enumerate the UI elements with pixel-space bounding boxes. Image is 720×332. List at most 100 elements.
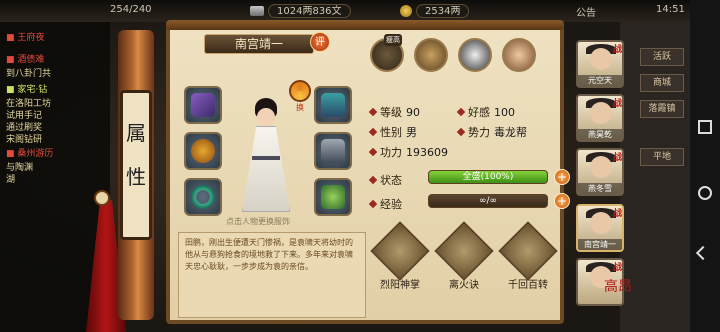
character-card[interactable]: 战 元空天 (576, 40, 624, 88)
battle-mark: 战 (612, 209, 622, 219)
equip-slot-armor[interactable] (314, 132, 352, 170)
character-robe (242, 126, 290, 212)
money-value: 1024两836文 (268, 4, 351, 18)
state-plus-button[interactable]: + (554, 169, 570, 185)
scroll-roll: 属 性 (98, 30, 174, 320)
log-line: 宋阁钻研 (6, 135, 43, 145)
equip-slot-ring[interactable] (184, 178, 222, 216)
stat-faction: 势力 毒龙帮 (456, 124, 527, 140)
log-line[interactable]: ■ 王府夜 (6, 30, 44, 43)
stat-favor-label: 好感 (468, 106, 490, 119)
card-name: 燕冬雪 (578, 183, 622, 194)
system-nav-bar (690, 0, 720, 332)
kungfu-icon (370, 221, 430, 281)
character-belt (252, 156, 280, 160)
stat-level-label: 等级 (380, 106, 402, 119)
trait-icons: 瘦高 (370, 34, 536, 72)
stat-favor: 好感 100 (456, 104, 515, 120)
battle-mark: 战 (612, 263, 622, 273)
notice-label: 公告 (576, 8, 596, 19)
stat-state-label: 状态 (380, 174, 402, 187)
notice-button[interactable]: 公告 (576, 4, 596, 19)
kungfu-icon (498, 221, 558, 281)
back-icon[interactable] (695, 245, 711, 261)
kungfu-slot-1[interactable]: 烈阳神掌 (370, 221, 430, 291)
recents-icon[interactable] (698, 120, 712, 134)
card-head (590, 156, 612, 178)
stat-power-label: 功力 (380, 146, 402, 159)
log-line[interactable]: ■ 酒债难 (6, 52, 44, 65)
clock-time: 14:51 (656, 4, 685, 15)
exp-bar: ∞/∞ (428, 194, 548, 208)
stat-power-value: 193609 (406, 146, 448, 159)
stat-gender: 性别男 (368, 124, 417, 140)
character-name: 南宫靖一 (204, 34, 314, 54)
card-name: 南宫靖一 (578, 239, 622, 250)
battle-mark: 战 (612, 45, 622, 55)
money-resource[interactable]: 1024两836文 (250, 4, 351, 18)
game-screen: 254/240 1024两836文 2534两 公告 14:51 ■ 王府夜 ■… (0, 0, 720, 332)
rate-button[interactable]: 评 (310, 32, 330, 52)
exp-bar-text: ∞/∞ (478, 196, 498, 206)
kungfu-slot-3[interactable]: 千回百转 (498, 221, 558, 291)
change-outfit-tip: 点击人物更换服饰 (226, 217, 290, 226)
card-name: 燕昊乾 (578, 129, 622, 140)
location-button[interactable]: 落霞镇 (640, 100, 684, 118)
trait-icon-taiji[interactable] (458, 38, 492, 72)
terrain-button[interactable]: 平地 (640, 148, 684, 166)
kungfu-icon (434, 221, 494, 281)
kungfu-slot-2[interactable]: 离火诀 (434, 221, 494, 291)
character-bio: 田鹏，刚出生便遭天门惨祸，是袁啸天将幼时的他从与悬狗抢食的境地救了下来。多年来对… (178, 232, 366, 318)
kungfu-name: 离火诀 (449, 280, 479, 291)
log-line[interactable]: ■ 桑州游历 (6, 146, 53, 159)
log-line[interactable]: ■ 家宅·钻 (6, 82, 47, 95)
character-panel: 南宫靖一 评 换 点击人物更换服饰 瘦高 等级 90 好感 100 性别男 势力… (166, 20, 570, 324)
trait-badge: 瘦高 (384, 34, 402, 46)
equip-slot-hat[interactable] (314, 86, 352, 124)
card-head (590, 48, 612, 70)
log-line: 湖 (6, 175, 16, 185)
weapon-icon (191, 93, 215, 117)
trait-icon-lean[interactable]: 瘦高 (370, 34, 404, 72)
stat-exp-label: 经验 (380, 198, 402, 211)
resource-bar: 254/240 1024两836文 2534两 公告 14:51 (0, 0, 720, 22)
stat-power: 功力 193609 (368, 144, 448, 160)
character-card-selected[interactable]: 战 南宫靖一 (576, 204, 624, 252)
silver-icon (250, 6, 264, 16)
equip-slot-weapon[interactable] (184, 86, 222, 124)
character-card[interactable]: 战 燕冬雪 (576, 148, 624, 196)
state-bar: 全盛(100%) (428, 170, 548, 184)
card-name: 元空天 (578, 75, 622, 86)
home-icon[interactable] (698, 186, 712, 200)
character-portrait[interactable] (236, 98, 296, 214)
stat-gender-value: 男 (406, 126, 417, 139)
stat-faction-label: 势力 (468, 126, 490, 139)
log-line: 到八卦门共 (6, 69, 52, 79)
stamina-value: 254/240 (110, 4, 152, 15)
battle-mark: 战 (612, 99, 622, 109)
gold-resource[interactable]: 2534两 (400, 4, 470, 18)
stat-favor-value: 100 (494, 106, 515, 119)
accessory-icon (321, 185, 345, 209)
kungfu-name: 烈阳神掌 (380, 280, 420, 291)
attribute-tab[interactable]: 属 性 (120, 90, 152, 240)
shop-button[interactable]: 商城 (640, 74, 684, 92)
activity-button[interactable]: 活跃 (640, 48, 684, 66)
card-head (590, 102, 612, 124)
battle-mark: 战 (612, 153, 622, 163)
coin-icon (400, 5, 412, 17)
trait-icon-book[interactable] (414, 38, 448, 72)
equip-slot-accessory[interactable] (314, 178, 352, 216)
change-label: 换 (296, 103, 304, 112)
kungfu-name: 千回百转 (508, 280, 548, 291)
equip-slot-gourd[interactable] (184, 132, 222, 170)
stat-gender-label: 性别 (380, 126, 402, 139)
attribute-tab-line2: 性 (126, 165, 146, 189)
ring-icon (191, 185, 215, 209)
exp-plus-button[interactable]: + (554, 193, 570, 209)
armor-icon (321, 139, 345, 163)
clock: 14:51 (656, 4, 685, 15)
attribute-tab-line1: 属 (126, 121, 146, 145)
character-card[interactable]: 战 燕昊乾 (576, 94, 624, 142)
trait-icon-body[interactable] (502, 38, 536, 72)
